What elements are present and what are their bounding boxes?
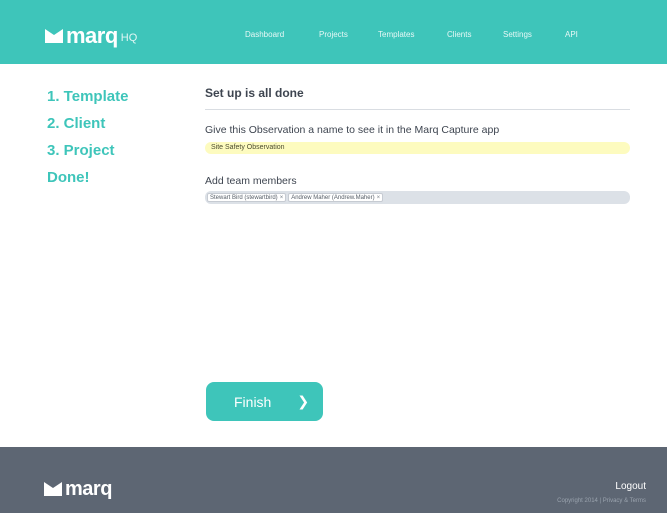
footer-logo[interactable]: marq <box>44 479 112 499</box>
nav-dashboard[interactable]: Dashboard <box>245 30 284 39</box>
close-icon[interactable]: × <box>280 195 284 201</box>
team-member-name: Stewart Bird (stewartbird) <box>210 194 278 201</box>
team-members-input[interactable]: Stewart Bird (stewartbird) × Andrew Mahe… <box>205 191 630 204</box>
logo-mark-icon <box>45 29 63 43</box>
copyright: Copyright 2014 | Privacy & Terms <box>557 498 646 504</box>
nav-api[interactable]: API <box>565 30 578 39</box>
logo-text: marq <box>66 23 118 48</box>
step-project[interactable]: 3. Project <box>47 142 128 169</box>
team-member-tag: Stewart Bird (stewartbird) × <box>207 193 287 202</box>
privacy-terms-link[interactable]: Privacy & Terms <box>603 498 646 504</box>
wizard-steps: 1. Template 2. Client 3. Project Done! <box>47 88 128 196</box>
team-members-label: Add team members <box>205 175 297 187</box>
top-bar: marq HQ Dashboard Projects Templates Cli… <box>0 0 667 64</box>
step-done: Done! <box>47 169 90 186</box>
copyright-text: Copyright 2014 | <box>557 498 603 504</box>
chevron-right-icon: ❯ <box>297 393 310 409</box>
nav-settings[interactable]: Settings <box>503 30 532 39</box>
logo-mark-icon <box>44 482 62 496</box>
team-member-tag: Andrew Maher (Andrew.Maher) × <box>288 193 384 202</box>
setup-form: Set up is all done Give this Observation… <box>205 86 630 204</box>
logo[interactable]: marq HQ <box>45 23 138 48</box>
step-client[interactable]: 2. Client <box>47 115 128 142</box>
finish-button[interactable]: Finish ❯ <box>206 382 323 421</box>
logo-suffix: HQ <box>120 32 138 44</box>
finish-button-label: Finish <box>234 393 272 410</box>
logout-link[interactable]: Logout <box>615 481 646 492</box>
page-title: Set up is all done <box>205 86 304 100</box>
nav-projects[interactable]: Projects <box>319 30 348 39</box>
step-template[interactable]: 1. Template <box>47 88 128 115</box>
observation-name-input[interactable] <box>205 142 630 154</box>
nav-templates[interactable]: Templates <box>378 30 414 39</box>
divider <box>205 109 630 110</box>
footer-logo-text: marq <box>65 478 112 500</box>
footer: marq Logout Copyright 2014 | Privacy & T… <box>0 447 667 513</box>
team-member-name: Andrew Maher (Andrew.Maher) <box>291 194 375 201</box>
observation-name-label: Give this Observation a name to see it i… <box>205 124 500 136</box>
nav-clients[interactable]: Clients <box>447 30 471 39</box>
close-icon[interactable]: × <box>377 195 381 201</box>
